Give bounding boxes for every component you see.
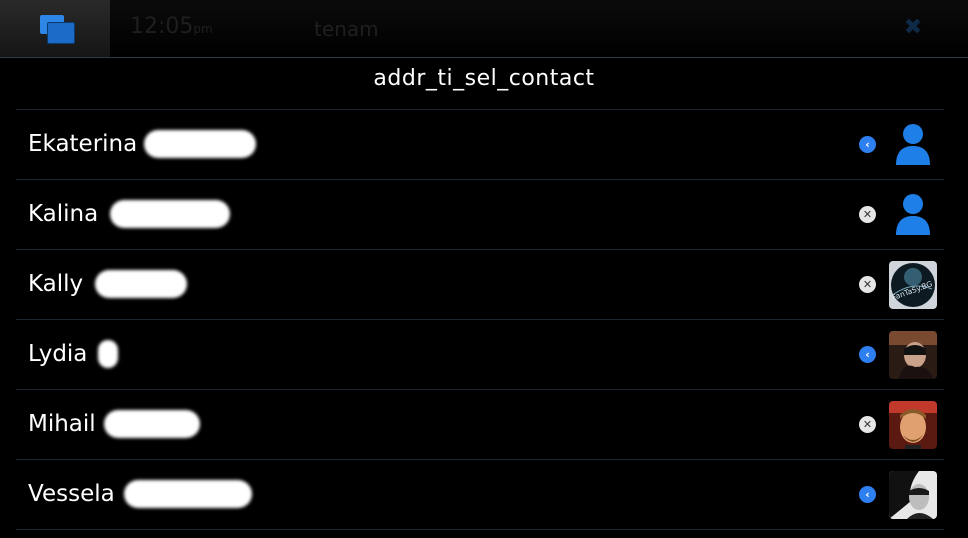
- offline-status-icon: ✕: [859, 206, 876, 223]
- contact-row-kally[interactable]: Kally ✕ FanTaSy.BG: [16, 250, 944, 320]
- contact-name: Kalina: [28, 201, 99, 227]
- task-switcher-button[interactable]: [0, 0, 110, 57]
- redacted-surname: [124, 480, 252, 508]
- contact-name: Vessela: [28, 481, 115, 507]
- status-bar: 12:05pm tenam ✖: [0, 0, 968, 58]
- online-status-icon: ‹: [859, 136, 876, 153]
- online-status-icon: ‹: [859, 346, 876, 363]
- avatar-photo: FanTaSy.BG: [889, 261, 937, 309]
- contact-row-mihail[interactable]: Mihail ✕: [16, 390, 944, 460]
- avatar-photo: [889, 471, 937, 519]
- status-clock: 12:05pm: [130, 14, 213, 39]
- contact-row-kalina[interactable]: Kalina ✕: [16, 180, 944, 250]
- online-status-icon: ‹: [859, 486, 876, 503]
- close-icon[interactable]: ✖: [902, 17, 924, 39]
- clock-time: 12:05: [130, 14, 194, 39]
- redacted-surname: [144, 130, 256, 158]
- contact-row-vessela[interactable]: Vessela ‹: [16, 460, 944, 530]
- offline-status-icon: ✕: [859, 416, 876, 433]
- contact-name: Kally: [28, 271, 84, 297]
- avatar-photo: [889, 331, 937, 379]
- offline-status-icon: ✕: [859, 276, 876, 293]
- clock-ampm: pm: [193, 22, 213, 36]
- page-title: addr_ti_sel_contact: [373, 66, 595, 91]
- redacted-surname: [95, 270, 187, 298]
- contact-list: Ekaterina ‹ Kalina ✕ Kally ✕ FanTaSy.BG …: [16, 109, 944, 530]
- redacted-surname: [98, 340, 118, 368]
- avatar-photo: [889, 401, 937, 449]
- contact-name: Mihail: [28, 411, 96, 437]
- status-app-name: tenam: [314, 17, 379, 41]
- redacted-surname: [110, 200, 230, 228]
- contact-name: Lydia: [28, 341, 88, 367]
- contact-row-lydia[interactable]: Lydia ‹: [16, 320, 944, 390]
- default-person-icon: [889, 191, 937, 239]
- default-person-icon: [889, 121, 937, 169]
- contact-name: Ekaterina: [28, 131, 138, 157]
- redacted-surname: [104, 410, 200, 438]
- contact-row-ekaterina[interactable]: Ekaterina ‹: [16, 110, 944, 180]
- windows-icon-front: [47, 22, 75, 44]
